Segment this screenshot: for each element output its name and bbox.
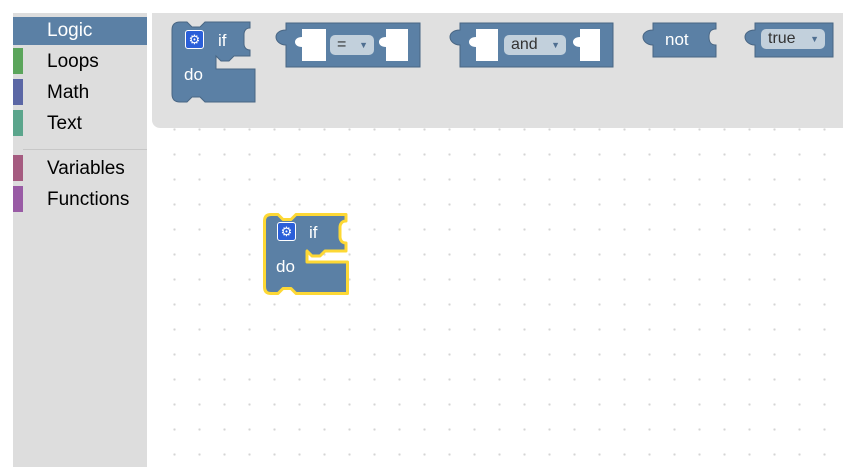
category-separator (23, 149, 147, 150)
category-text-swatch (13, 110, 23, 136)
dropdown-arrow-icon: ▼ (810, 34, 819, 44)
operator-dropdown[interactable]: and ▼ (504, 35, 566, 55)
flyout-negate-block[interactable]: not (642, 22, 717, 58)
category-variables-swatch (13, 155, 23, 181)
category-label: Functions (47, 189, 130, 210)
if-label: if (309, 223, 318, 242)
category-math[interactable]: Math (13, 79, 147, 107)
category-math-swatch (13, 79, 23, 105)
workspace-if-block[interactable]: ⚙ if do (263, 213, 349, 297)
do-label: do (184, 65, 203, 84)
gear-icon[interactable]: ⚙ (277, 222, 296, 241)
boolean-dropdown[interactable]: true ▼ (761, 29, 825, 49)
if-label: if (218, 31, 227, 50)
operator-value: and (511, 36, 538, 53)
dropdown-arrow-icon: ▼ (551, 40, 560, 50)
category-loops-swatch (13, 48, 23, 74)
flyout-operation-block[interactable]: and ▼ (449, 22, 614, 68)
category-label: Logic (47, 20, 93, 41)
gear-icon[interactable]: ⚙ (185, 30, 204, 49)
category-functions-swatch (13, 186, 23, 212)
category-label: Loops (47, 51, 99, 72)
category-logic[interactable]: Logic (13, 17, 147, 45)
flyout-if-block[interactable]: ⚙ if do (171, 21, 257, 103)
boolean-value: true (768, 30, 796, 47)
category-label: Variables (47, 158, 125, 179)
category-logic-swatch (13, 17, 23, 45)
not-label: not (665, 30, 689, 49)
operator-value: = (337, 36, 347, 53)
category-functions[interactable]: Functions (13, 186, 147, 214)
operator-dropdown[interactable]: = ▼ (330, 35, 374, 55)
do-label: do (276, 257, 295, 276)
toolbox: Logic Loops Math Text Variables Function… (13, 13, 147, 467)
category-text[interactable]: Text (13, 110, 147, 138)
selected-if-block-shape (263, 213, 349, 295)
category-label: Text (47, 113, 82, 134)
flyout-compare-block[interactable]: = ▼ (275, 22, 421, 68)
category-loops[interactable]: Loops (13, 48, 147, 76)
dropdown-arrow-icon: ▼ (359, 40, 368, 50)
category-label: Math (47, 82, 90, 103)
category-variables[interactable]: Variables (13, 155, 147, 183)
flyout-boolean-block[interactable]: true ▼ (744, 22, 834, 58)
